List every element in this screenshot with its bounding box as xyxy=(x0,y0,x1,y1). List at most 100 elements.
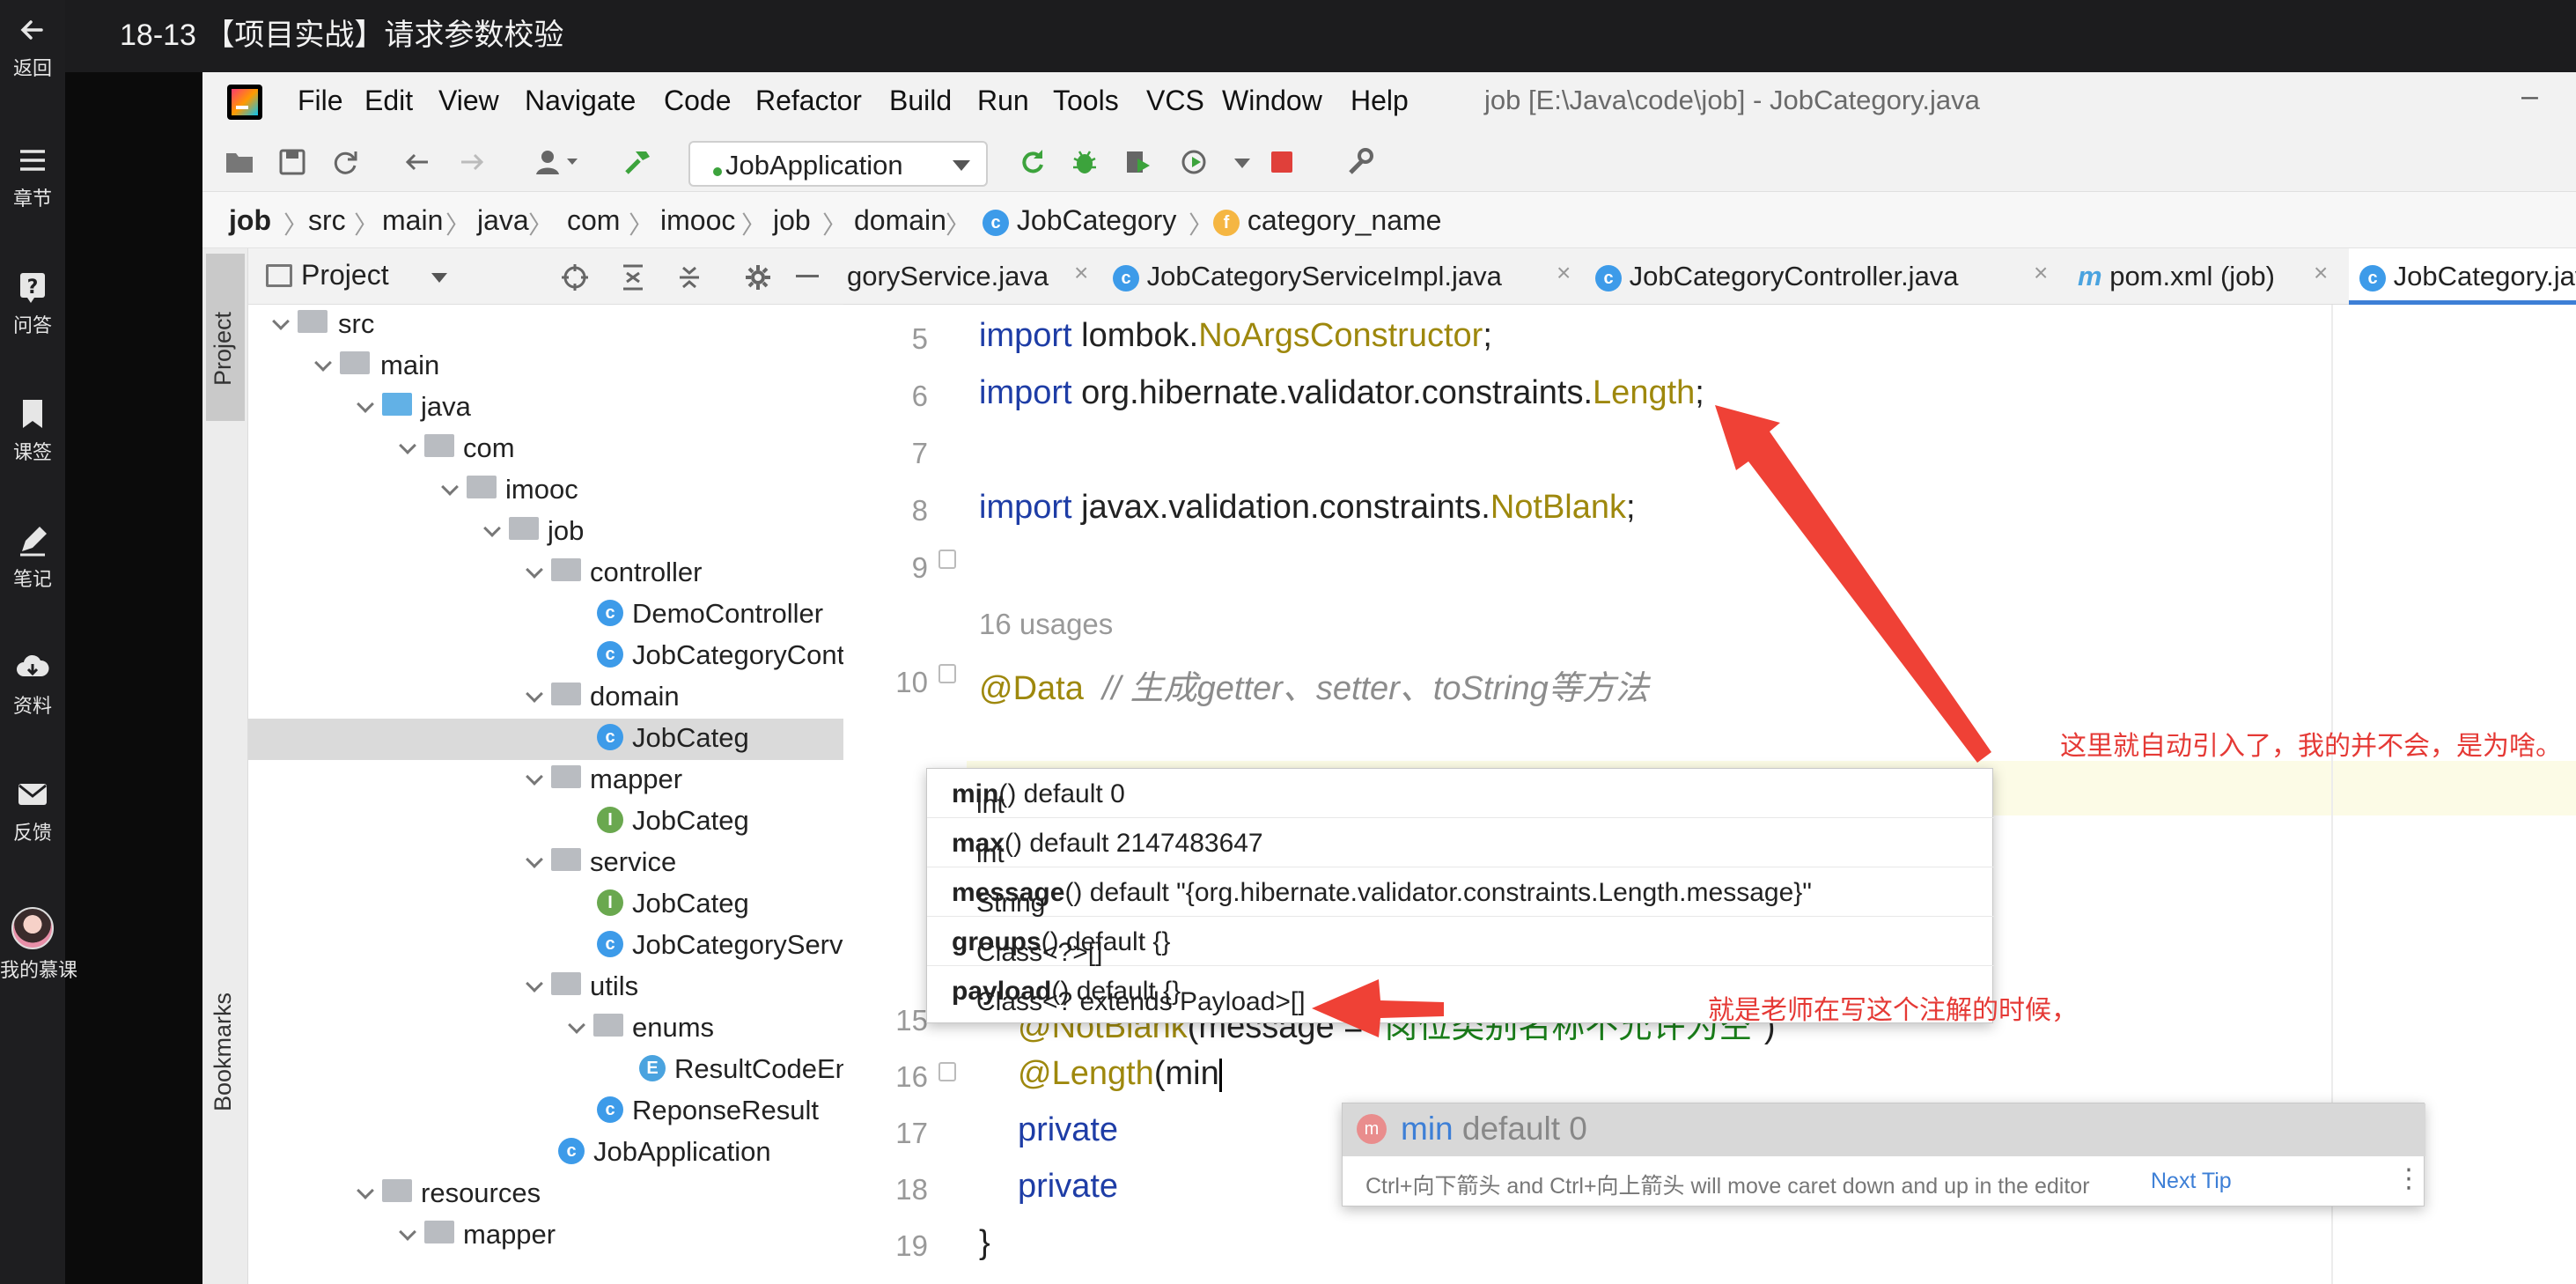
project-tool-tab[interactable]: Project xyxy=(206,254,245,421)
expand-all-icon[interactable] xyxy=(618,262,648,292)
breadcrumb-item[interactable]: imooc xyxy=(660,204,735,237)
minimize-button[interactable]: – xyxy=(2521,79,2538,114)
chevron-down-icon[interactable] xyxy=(431,273,447,283)
collapse-all-icon[interactable] xyxy=(674,262,704,292)
fold-marker-icon[interactable] xyxy=(938,664,956,683)
close-icon[interactable]: × xyxy=(1074,259,1088,287)
menu-code[interactable]: Code xyxy=(664,85,732,117)
next-tip-link[interactable]: Next Tip xyxy=(2151,1169,2232,1194)
tree-row-selected[interactable]: c JobCateg xyxy=(248,719,843,760)
tree-row[interactable]: mapper xyxy=(248,760,843,801)
tab-jobcategoryserviceimpl[interactable]: c JobCategoryServiceImpl.java × xyxy=(1106,248,1581,305)
debug-bug-icon[interactable] xyxy=(1069,146,1100,178)
tree-row[interactable]: java xyxy=(248,387,843,429)
build-hammer-icon[interactable] xyxy=(622,146,653,178)
param-type: int xyxy=(976,790,1005,819)
menu-vcs[interactable]: VCS xyxy=(1146,85,1204,117)
tree-row[interactable]: c JobCategoryContr xyxy=(248,636,843,677)
breadcrumb-field[interactable]: f category_name xyxy=(1213,204,1441,237)
more-run-chevron-icon[interactable] xyxy=(1234,159,1250,168)
menu-edit[interactable]: Edit xyxy=(364,85,413,117)
close-icon[interactable]: × xyxy=(2034,259,2048,287)
tree-row[interactable]: c DemoController xyxy=(248,594,843,636)
project-view-select[interactable]: Project xyxy=(301,259,389,291)
forward-icon[interactable] xyxy=(456,146,488,178)
param-row[interactable]: Class<?>[] groups() default {} xyxy=(927,917,1994,967)
tab-jobcategory-active[interactable]: c JobCategory.java xyxy=(2349,248,2576,305)
breadcrumb-item[interactable]: src xyxy=(308,204,346,237)
tree-row[interactable]: enums xyxy=(248,1008,843,1050)
tree-row[interactable]: c JobCategoryServic xyxy=(248,926,843,967)
gear-icon[interactable] xyxy=(743,262,773,292)
stop-icon[interactable] xyxy=(1266,146,1298,178)
param-row[interactable]: int max() default 2147483647 xyxy=(927,818,1994,868)
menu-run[interactable]: Run xyxy=(977,85,1029,117)
profiler-icon[interactable] xyxy=(1180,146,1211,178)
tree-row[interactable]: c JobApplication xyxy=(248,1133,843,1174)
tab-pom-xml[interactable]: m pom.xml (job) × xyxy=(2067,248,2340,305)
param-row[interactable]: String message() default "{org.hibernate… xyxy=(927,867,1994,918)
run-configuration-select[interactable]: JobApplication xyxy=(688,141,988,187)
notes-button[interactable]: 笔记 xyxy=(0,523,65,592)
menu-file[interactable]: File xyxy=(298,85,343,117)
breadcrumb-item[interactable]: com xyxy=(567,204,620,237)
tree-row[interactable]: I JobCateg xyxy=(248,801,843,843)
bookmark-button[interactable]: 课签 xyxy=(0,396,65,465)
back-button[interactable]: 返回 xyxy=(0,12,65,81)
tree-row[interactable]: job xyxy=(248,512,843,553)
breadcrumb-item[interactable]: main xyxy=(382,204,443,237)
tree-row[interactable]: service xyxy=(248,843,843,884)
tree-row[interactable]: utils xyxy=(248,967,843,1008)
tree-row[interactable]: imooc xyxy=(248,470,843,512)
menu-tools[interactable]: Tools xyxy=(1053,85,1119,117)
sync-icon[interactable] xyxy=(329,146,361,178)
breadcrumb-item[interactable]: java xyxy=(477,204,529,237)
fold-marker-icon[interactable] xyxy=(938,550,956,569)
usages-hint[interactable]: 16 usages xyxy=(979,608,1113,641)
locate-target-icon[interactable] xyxy=(560,262,590,292)
tree-row[interactable]: mapper xyxy=(248,1215,843,1257)
tree-row[interactable]: domain xyxy=(248,677,843,719)
back-icon[interactable] xyxy=(401,146,433,178)
chapters-button[interactable]: 章节 xyxy=(0,143,65,211)
fold-marker-icon[interactable] xyxy=(938,1062,956,1081)
tree-row[interactable]: main xyxy=(248,346,843,387)
bookmarks-tool-tab[interactable]: Bookmarks xyxy=(208,953,243,1129)
qa-button[interactable]: ? 问答 xyxy=(0,269,65,338)
close-icon[interactable]: × xyxy=(1557,259,1571,287)
close-icon[interactable]: × xyxy=(2314,259,2328,287)
menu-navigate[interactable]: Navigate xyxy=(525,85,636,117)
tree-row[interactable]: E ResultCodeEnur xyxy=(248,1050,843,1091)
coverage-icon[interactable] xyxy=(1122,146,1153,178)
menu-help[interactable]: Help xyxy=(1351,85,1409,117)
tab-jobcategoryservice[interactable]: goryService.java × xyxy=(843,248,1099,305)
menu-build[interactable]: Build xyxy=(889,85,952,117)
tree-row[interactable]: src xyxy=(248,305,843,346)
completion-item-selected[interactable]: m min default 0 xyxy=(1343,1103,2425,1156)
hide-panel-icon[interactable] xyxy=(796,275,819,277)
open-folder-icon[interactable] xyxy=(224,146,255,178)
breadcrumb-item[interactable]: job xyxy=(229,204,271,237)
save-icon[interactable] xyxy=(276,146,308,178)
tree-row[interactable]: resources xyxy=(248,1174,843,1215)
breadcrumb-class[interactable]: c JobCategory xyxy=(983,204,1176,237)
window-title: job [E:\Java\code\job] - JobCategory.jav… xyxy=(1484,85,1980,115)
more-options-icon[interactable]: ⋮ xyxy=(2396,1163,2422,1194)
breadcrumb-item[interactable]: job xyxy=(773,204,811,237)
tree-row[interactable]: com xyxy=(248,429,843,470)
tree-row[interactable]: I JobCateg xyxy=(248,884,843,926)
menu-refactor[interactable]: Refactor xyxy=(755,85,862,117)
feedback-button[interactable]: 反馈 xyxy=(0,777,65,845)
breadcrumb-item[interactable]: domain xyxy=(854,204,946,237)
tree-row[interactable]: controller xyxy=(248,553,843,594)
param-row[interactable]: int min() default 0 xyxy=(927,769,1994,819)
vcs-user-icon[interactable] xyxy=(534,146,581,178)
my-courses-button[interactable]: 我的慕课 xyxy=(0,907,77,983)
menu-view[interactable]: View xyxy=(438,85,499,117)
tab-jobcategorycontroller[interactable]: c JobCategoryController.java × xyxy=(1588,248,2060,305)
settings-wrench-icon[interactable] xyxy=(1343,146,1375,178)
menu-window[interactable]: Window xyxy=(1222,85,1322,117)
rerun-icon[interactable] xyxy=(1016,146,1048,178)
resources-button[interactable]: 资料 xyxy=(0,650,65,719)
tree-row[interactable]: c ReponseResult xyxy=(248,1091,843,1133)
